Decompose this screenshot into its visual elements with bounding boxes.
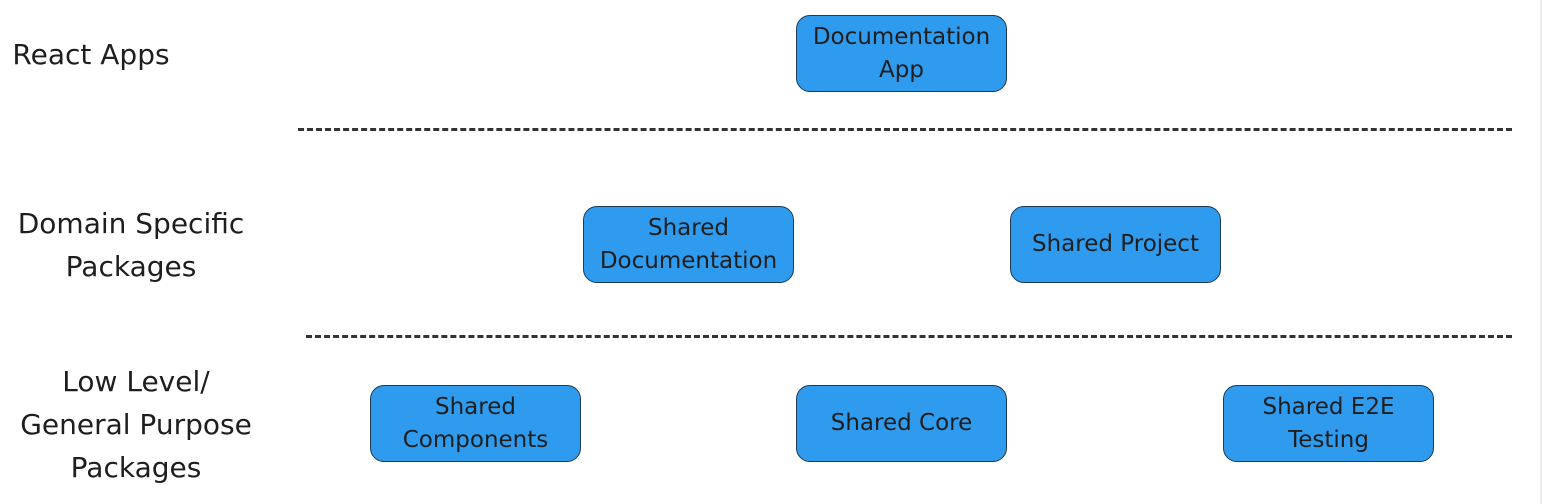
node-label: Shared (648, 214, 729, 241)
tier-divider-top (298, 128, 1512, 131)
tier-label-line: Packages (70, 451, 202, 484)
node-shared-project[interactable]: Shared Project (1010, 206, 1221, 283)
tier-label-line: Domain Specific (17, 207, 245, 240)
node-shared-core[interactable]: Shared Core (796, 385, 1007, 462)
node-label: App (879, 56, 924, 83)
tier-label-react-apps: React Apps (0, 33, 182, 76)
node-label: Documentation (812, 23, 991, 50)
tier-divider-bottom (306, 335, 1512, 338)
tier-label-line: Low Level/ (62, 365, 210, 398)
tier-label-text: React Apps (12, 38, 170, 71)
node-label: Testing (1288, 426, 1369, 453)
node-label: Shared Project (1032, 231, 1199, 257)
tier-label-line: General Purpose (20, 408, 252, 441)
tier-label-domain-specific: Domain Specific Packages (0, 202, 262, 288)
node-label: Documentation (599, 247, 778, 274)
node-shared-e2e-testing[interactable]: Shared E2E Testing (1223, 385, 1434, 462)
node-label: Shared E2E (1262, 393, 1395, 420)
tier-label-low-level: Low Level/ General Purpose Packages (0, 360, 272, 489)
node-label: Components (402, 426, 549, 453)
node-documentation-app[interactable]: Documentation App (796, 15, 1007, 92)
node-label: Shared Core (830, 410, 973, 436)
node-label: Shared (435, 393, 516, 420)
node-shared-components[interactable]: Shared Components (370, 385, 581, 462)
node-shared-documentation[interactable]: Shared Documentation (583, 206, 794, 283)
tier-label-line: Packages (65, 250, 197, 283)
